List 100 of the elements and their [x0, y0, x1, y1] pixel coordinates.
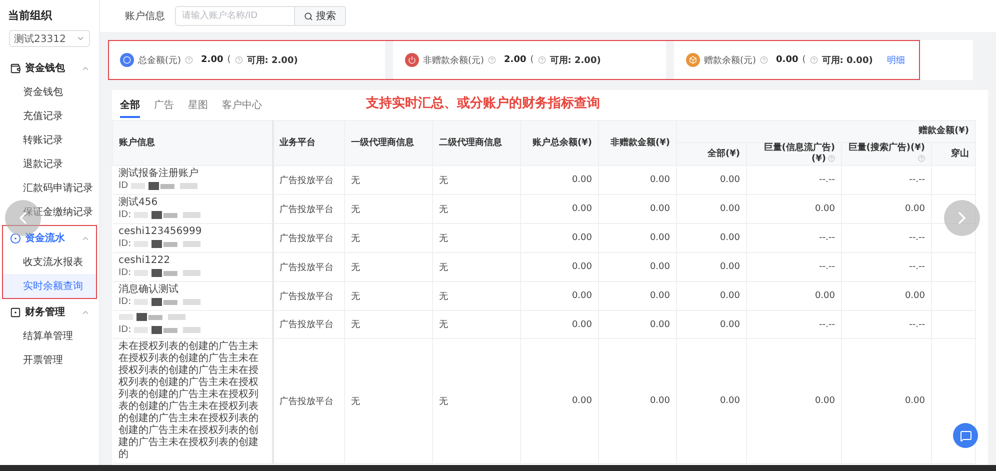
table-cell: --.--: [842, 224, 932, 252]
table-cell: --.--: [746, 224, 842, 252]
table-cell: 广告投放平台: [272, 194, 344, 224]
tab[interactable]: 客户中心: [222, 96, 262, 118]
card-label: 非赠款余额(元): [423, 54, 484, 66]
help-icon: [760, 56, 768, 64]
column-header: 业务平台: [272, 120, 344, 166]
table-cell: 0.00: [842, 338, 932, 464]
help-icon: [810, 56, 818, 64]
table-cell: 0.00: [676, 224, 746, 252]
table-cell: 广告投放平台: [272, 310, 344, 338]
column-header: 巨量(信息流广告)(¥): [746, 142, 842, 166]
table-cell: 0.00: [520, 338, 598, 464]
paren-text: (: [530, 55, 534, 65]
sidebar-item[interactable]: 资金钱包: [3, 80, 96, 104]
sidebar-title: 当前组织: [7, 8, 54, 24]
sidebar-group[interactable]: 资金钱包: [3, 56, 96, 80]
sidebar-item[interactable]: 结算单管理: [3, 324, 96, 348]
sidebar-group[interactable]: 财务管理: [3, 300, 96, 324]
card-label: 赠款余额(元): [704, 54, 756, 66]
id-label: ID:: [118, 209, 132, 221]
account-name: 消息确认测试: [118, 284, 180, 296]
table-cell: 0.00: [676, 310, 746, 338]
column-header: 二级代理商信息: [432, 120, 520, 166]
account-name: ceshi1222: [118, 255, 171, 267]
table-cell: 0.00: [520, 224, 598, 252]
table-cell: 0.00: [676, 194, 746, 224]
table-cell: --.--: [842, 310, 932, 338]
table-cell: 0.00: [520, 252, 598, 282]
sidebar-item[interactable]: 收支流水报表: [3, 250, 96, 274]
table-cell: 无: [432, 194, 520, 224]
table-cell: 广告投放平台: [272, 252, 344, 282]
tab[interactable]: 全部: [120, 96, 140, 118]
search-button[interactable]: 搜索: [295, 6, 346, 26]
table-cell: 0.00: [520, 282, 598, 310]
table-cell: 无: [344, 338, 432, 464]
paren-text: (: [227, 55, 231, 65]
table-cell: --.--: [746, 310, 842, 338]
table-cell: 广告投放平台: [272, 282, 344, 310]
card-amount: 0.00: [776, 55, 798, 65]
column-group-header: 赠款金额(¥): [676, 120, 976, 142]
table-cell: 无: [344, 224, 432, 252]
column-header: 账户总余额(¥): [520, 120, 598, 166]
table-cell: 0.00: [598, 310, 676, 338]
sidebar-item[interactable]: 汇款码申请记录: [3, 176, 96, 200]
tab[interactable]: 广告: [154, 96, 174, 118]
sidebar-item[interactable]: 充值记录: [3, 104, 96, 128]
column-header: 一级代理商信息: [344, 120, 432, 166]
column-header: 穿山: [932, 142, 976, 166]
sidebar-group[interactable]: 资金流水: [3, 226, 96, 250]
table-cell: 0.00: [676, 166, 746, 194]
sidebar-item[interactable]: 转账记录: [3, 128, 96, 152]
tab[interactable]: 星图: [188, 96, 208, 118]
search-icon: [304, 12, 313, 20]
id-label: ID:: [118, 238, 132, 250]
table-cell: --.--: [746, 166, 842, 194]
table-cell: 广告投放平台: [272, 166, 344, 194]
table-cell: 无: [344, 194, 432, 224]
account-name: 测试报备注册账户: [118, 168, 200, 180]
table-cell: 无: [344, 166, 432, 194]
table-cell: 无: [432, 282, 520, 310]
details-link[interactable]: 明细: [886, 54, 905, 66]
table-cell: 0.00: [598, 252, 676, 282]
sidebar-item[interactable]: 退款记录: [3, 152, 96, 176]
account-name: 未在授权列表的创建的广告主未在授权列表的创建的广告主未在授权列表的创建的广告主未在授权列表的创建的广告主未在授权列表的创建的广告主未在授权列表的创建的广告主未在授权列表的创建的广告主未在授权列表的创建的广告主未在授权列表的创建的广告主未在授权列表的创建的: [118, 341, 260, 461]
group-icon: [10, 62, 21, 74]
available-amount: 可用: 0.00): [822, 54, 873, 66]
table-cell: 无: [344, 252, 432, 282]
account-name: ceshi123456999: [118, 226, 203, 238]
table-cell: --.--: [842, 252, 932, 282]
id-label: ID:: [118, 267, 132, 279]
organization-select[interactable]: 测试23312: [9, 30, 90, 47]
table-cell: 0.00: [746, 338, 842, 464]
table-cell: 0.00: [676, 338, 746, 464]
search-field[interactable]: 请输入账户名称/ID: [175, 6, 295, 26]
help-icon: [234, 56, 243, 64]
table-cell: 0.00: [598, 338, 676, 464]
table-cell: 0.00: [842, 282, 932, 310]
table-cell: 广告投放平台: [272, 338, 344, 464]
table-cell: 0.00: [598, 194, 676, 224]
sidebar-item[interactable]: 实时余额查询: [3, 274, 96, 298]
column-header: 巨量(搜索广告)(¥): [842, 142, 932, 166]
table-cell: 无: [344, 310, 432, 338]
chat-icon: [960, 430, 972, 442]
blurred-name-drawing: [118, 313, 188, 321]
id-label: ID:: [118, 296, 132, 308]
table-cell: 无: [432, 310, 520, 338]
column-header: 账户信息: [112, 120, 272, 166]
sidebar-item[interactable]: 开票管理: [3, 348, 96, 372]
table-cell: 0.00: [746, 194, 842, 224]
account-name: 测试456: [118, 197, 159, 209]
column-header: 非赠款金额(¥): [598, 120, 676, 166]
table-cell: 广告投放平台: [272, 224, 344, 252]
table-cell: [932, 194, 976, 224]
table-cell: --.--: [746, 252, 842, 282]
help-icon: [185, 56, 194, 64]
table-cell: --.--: [842, 166, 932, 194]
table-cell: 0.00: [746, 282, 842, 310]
table-cell: 0.00: [598, 282, 676, 310]
column-header: 全部(¥): [676, 142, 746, 166]
